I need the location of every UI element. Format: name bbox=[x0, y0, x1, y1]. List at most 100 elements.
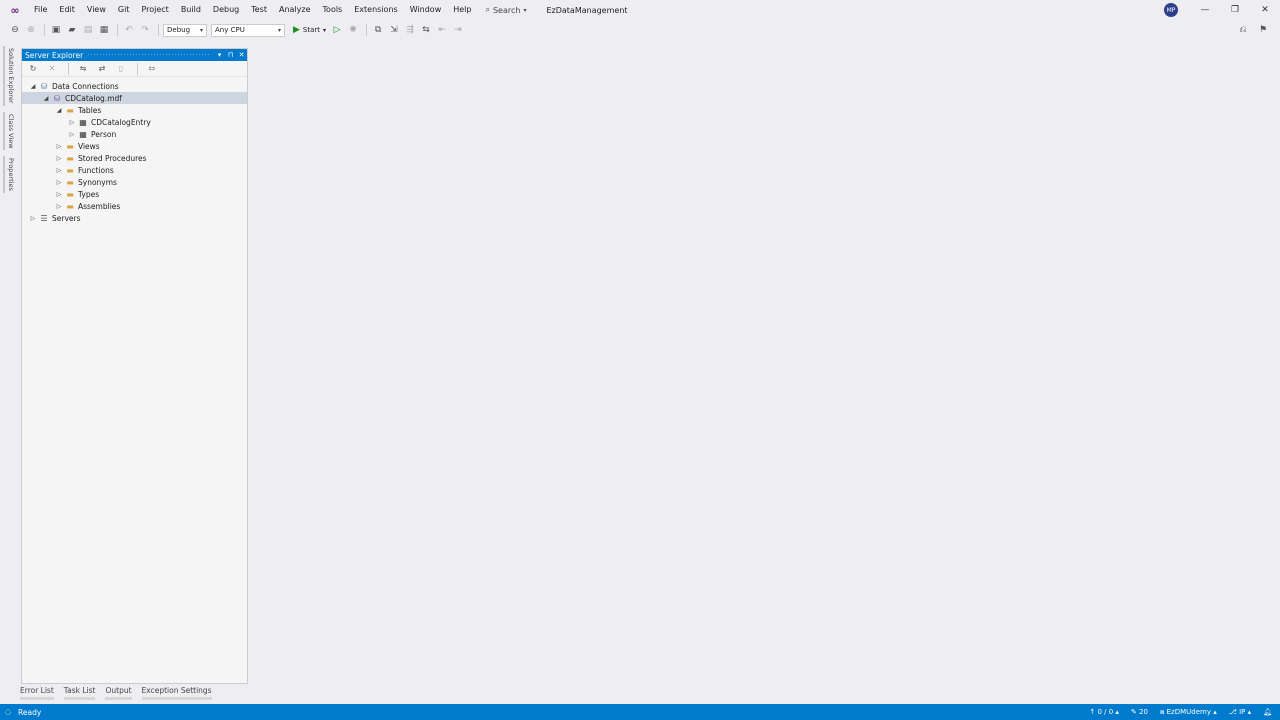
delete-icon[interactable]: ▯ bbox=[114, 62, 128, 76]
menu-help[interactable]: Help bbox=[449, 0, 479, 20]
chevron-up-icon: ▴ bbox=[1115, 708, 1119, 716]
menu-git[interactable]: Git bbox=[114, 0, 138, 20]
expand-icon[interactable]: ▷ bbox=[54, 167, 64, 174]
tree-node[interactable]: ▷ ☰ Servers bbox=[22, 212, 247, 224]
step-icon[interactable]: ⇲ bbox=[387, 23, 401, 37]
redo-icon[interactable]: ↷ bbox=[138, 23, 152, 37]
start-without-debugging-icon[interactable]: ▷ bbox=[330, 23, 344, 37]
menu-project[interactable]: Project bbox=[137, 0, 176, 20]
tab-exception-settings[interactable]: Exception Settings bbox=[141, 686, 212, 700]
close-button[interactable]: ✕ bbox=[1250, 0, 1280, 20]
connect-to-server-icon[interactable]: ⇄ bbox=[95, 62, 109, 76]
expand-icon[interactable]: ▷ bbox=[54, 143, 64, 150]
chevron-down-icon: ▾ bbox=[523, 6, 527, 14]
pin-icon[interactable]: ⊓ bbox=[225, 51, 236, 59]
server-explorer-panel: Server Explorer ▾ ⊓ ✕ ↻ ✕ ⇋ ⇄ ▯ ⇰ ◢ ⛁ Data… bbox=[21, 48, 248, 684]
start-label: Start bbox=[302, 26, 321, 34]
menu-test[interactable]: Test bbox=[247, 0, 275, 20]
menu-file[interactable]: File bbox=[30, 0, 55, 20]
undo-icon[interactable]: ↶ bbox=[122, 23, 136, 37]
changes-indicator[interactable]: ✎ 20 bbox=[1131, 708, 1148, 716]
collapse-icon[interactable]: ◢ bbox=[28, 83, 38, 90]
tree-node[interactable]: ▷ ▦ Person bbox=[22, 128, 247, 140]
expand-icon[interactable]: ▷ bbox=[54, 155, 64, 162]
expand-icon[interactable]: ▷ bbox=[67, 131, 77, 138]
tree-node[interactable]: ◢ ⛁ Data Connections bbox=[22, 80, 247, 92]
tree-node[interactable]: ◢ ▬ Tables bbox=[22, 104, 247, 116]
tree-node[interactable]: ▷ ▬ Synonyms bbox=[22, 176, 247, 188]
tree-node[interactable]: ▷ ▬ Types bbox=[22, 188, 247, 200]
drag-grip[interactable] bbox=[87, 53, 210, 57]
expand-icon[interactable]: ▷ bbox=[54, 203, 64, 210]
azure-icon[interactable]: ⇰ bbox=[145, 62, 159, 76]
expand-icon[interactable]: ▷ bbox=[67, 119, 77, 126]
bookmark-icon[interactable]: ⇆ bbox=[419, 23, 433, 37]
browser-link-icon[interactable]: ⧉ bbox=[371, 23, 385, 37]
indent-icon[interactable]: ⇤ bbox=[435, 23, 449, 37]
expand-icon[interactable]: ▷ bbox=[54, 179, 64, 186]
solution-platform-select[interactable]: Any CPU ▾ bbox=[211, 23, 285, 37]
repo-indicator[interactable]: ⧈ EzDMUdemy ▴ bbox=[1160, 708, 1217, 717]
stop-refresh-icon[interactable]: ✕ bbox=[45, 62, 59, 76]
bottom-tool-tabs: Error List Task List Output Exception Se… bbox=[20, 686, 212, 700]
menu-tools[interactable]: Tools bbox=[319, 0, 351, 20]
forward-icon[interactable]: ⊕ bbox=[24, 23, 38, 37]
folder-icon: ▬ bbox=[66, 105, 74, 115]
branch-indicator[interactable]: ⎇ IP ▴ bbox=[1229, 708, 1251, 716]
table-icon: ▦ bbox=[79, 117, 87, 127]
avatar[interactable]: MP bbox=[1164, 3, 1178, 17]
tree-node[interactable]: ▷ ▬ Stored Procedures bbox=[22, 152, 247, 164]
chevron-down-icon: ▾ bbox=[323, 26, 327, 34]
connect-to-database-icon[interactable]: ⇋ bbox=[76, 62, 90, 76]
save-icon[interactable]: ▤ bbox=[81, 23, 95, 37]
notifications-icon[interactable]: 🔔︎ bbox=[1263, 708, 1272, 716]
server-explorer-header[interactable]: Server Explorer ▾ ⊓ ✕ bbox=[22, 49, 247, 61]
collapse-icon[interactable]: ◢ bbox=[54, 107, 64, 114]
tab-solution-explorer[interactable]: Solution Explorer bbox=[3, 46, 15, 106]
live-share-icon[interactable]: ⎌ bbox=[1236, 23, 1250, 37]
visual-studio-logo-icon[interactable]: ∞ bbox=[6, 1, 24, 19]
new-project-icon[interactable]: ▣ bbox=[49, 23, 63, 37]
outdent-icon[interactable]: ⇥ bbox=[451, 23, 465, 37]
line-col-indicator[interactable]: ↑ 0 / 0 ▴ bbox=[1089, 708, 1119, 716]
line-col-value: 0 / 0 bbox=[1097, 708, 1114, 716]
solution-config-select[interactable]: Debug ▾ bbox=[163, 23, 207, 37]
window-position-icon[interactable]: ▾ bbox=[214, 51, 225, 59]
tree-node[interactable]: ▷ ▬ Functions bbox=[22, 164, 247, 176]
start-button[interactable]: ▶ Start ▾ bbox=[293, 25, 326, 35]
restore-button[interactable]: ❐ bbox=[1220, 0, 1250, 20]
menu-analyze[interactable]: Analyze bbox=[275, 0, 319, 20]
back-icon[interactable]: ⊖ bbox=[8, 23, 22, 37]
tree-node[interactable]: ▷ ▬ Assemblies bbox=[22, 200, 247, 212]
tree-node-label: Assemblies bbox=[78, 201, 121, 211]
tree-node[interactable]: ◢ ⛁ CDCatalog.mdf bbox=[22, 92, 247, 104]
expand-icon[interactable]: ▷ bbox=[54, 191, 64, 198]
server-tree: ◢ ⛁ Data Connections ◢ ⛁ CDCatalog.mdf ◢ ▬ Table… bbox=[22, 77, 247, 224]
tree-node[interactable]: ▷ ▦ CDCatalogEntry bbox=[22, 116, 247, 128]
menu-window[interactable]: Window bbox=[406, 0, 450, 20]
comment-icon[interactable]: ⇶ bbox=[403, 23, 417, 37]
tab-class-view[interactable]: Class View bbox=[3, 111, 15, 151]
save-all-icon[interactable]: ▦ bbox=[97, 23, 111, 37]
menu-debug[interactable]: Debug bbox=[209, 0, 247, 20]
expand-icon[interactable]: ▷ bbox=[28, 215, 38, 222]
menu-build[interactable]: Build bbox=[177, 0, 209, 20]
menu-edit[interactable]: Edit bbox=[55, 0, 83, 20]
menu-view[interactable]: View bbox=[83, 0, 114, 20]
minimize-button[interactable]: — bbox=[1190, 0, 1220, 20]
open-folder-icon[interactable]: ▰ bbox=[65, 23, 79, 37]
tab-output[interactable]: Output bbox=[105, 686, 132, 700]
search-box[interactable]: ⌕ Search ▾ bbox=[485, 5, 526, 15]
tab-task-list[interactable]: Task List bbox=[63, 686, 96, 700]
hot-reload-icon[interactable]: ✺ bbox=[346, 23, 360, 37]
collapse-icon[interactable]: ◢ bbox=[41, 95, 51, 102]
tab-error-list[interactable]: Error List bbox=[20, 686, 54, 700]
folder-icon: ▬ bbox=[66, 201, 74, 211]
refresh-icon[interactable]: ↻ bbox=[26, 62, 40, 76]
close-icon[interactable]: ✕ bbox=[236, 51, 247, 59]
tree-node[interactable]: ▷ ▬ Views bbox=[22, 140, 247, 152]
tree-node-label: Person bbox=[91, 129, 117, 139]
tab-properties[interactable]: Properties bbox=[3, 156, 15, 194]
menu-extensions[interactable]: Extensions bbox=[350, 0, 405, 20]
feedback-icon[interactable]: ⚑ bbox=[1256, 23, 1270, 37]
